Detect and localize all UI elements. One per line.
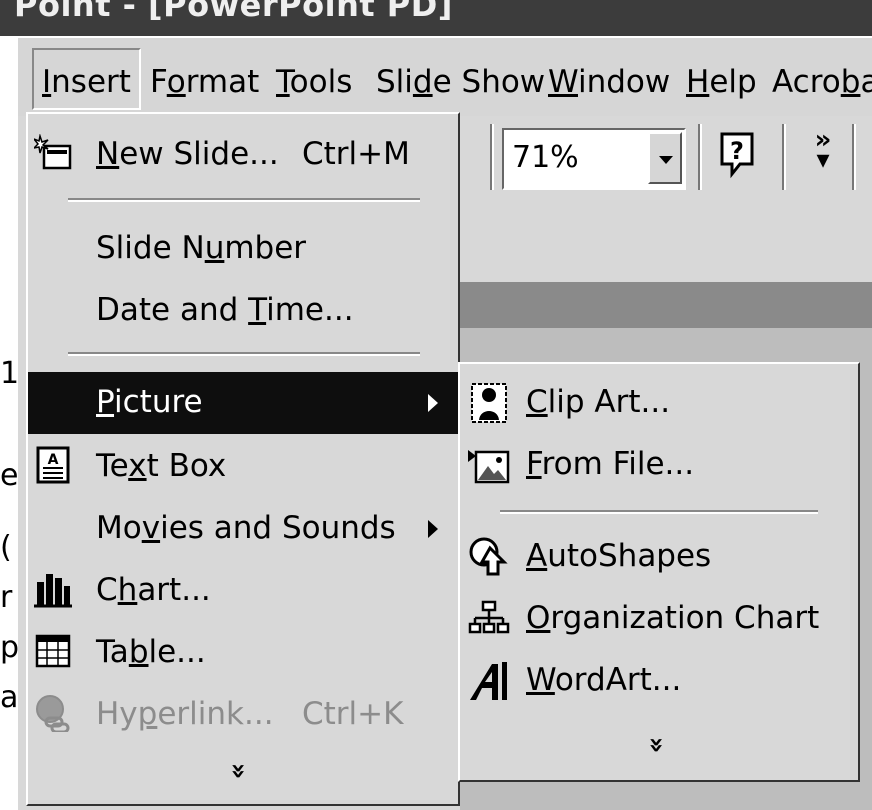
title-bar: Point - [PowerPoint PD]: [0, 0, 872, 36]
outline-text-fragment: a: [0, 680, 19, 715]
picture-submenu: Clip Art... From File... AutoShapes Orga…: [458, 362, 860, 782]
outline-text-fragment: (: [0, 530, 12, 565]
hyperlink-icon: [36, 695, 70, 732]
zoom-dropdown-button[interactable]: [648, 132, 682, 184]
clip-art-icon: [471, 383, 507, 423]
table-icon: [35, 634, 71, 668]
toolbar-separator: [852, 124, 856, 190]
new-slide-icon: [34, 134, 72, 170]
menu-item-label: Date and Time...: [96, 292, 354, 328]
menu-item-clip-art[interactable]: Clip Art...: [460, 374, 858, 436]
svg-text:A: A: [48, 452, 59, 468]
menu-item-text-box[interactable]: A Text Box: [28, 436, 458, 498]
menu-item-label: New Slide...: [96, 136, 279, 172]
submenu-arrow-icon: [428, 394, 438, 412]
insert-menu: New Slide... Ctrl+M Slide Number Date an…: [26, 112, 460, 806]
menu-item-organization-chart[interactable]: Organization Chart: [460, 590, 858, 652]
menu-item-new-slide[interactable]: New Slide... Ctrl+M: [28, 124, 458, 186]
chevron-down-icon: [659, 156, 673, 164]
menu-item-label: Slide Number: [96, 230, 307, 266]
zoom-value: 71%: [512, 140, 579, 175]
menu-item-label: Table...: [96, 634, 206, 670]
menu-item-from-file[interactable]: From File...: [460, 436, 858, 498]
toolbar-separator: [698, 124, 702, 190]
menu-separator: [68, 198, 420, 202]
wordart-icon: [470, 662, 507, 700]
menu-slide-show[interactable]: Slide Show: [376, 64, 545, 100]
from-file-icon: [468, 450, 510, 484]
window-title: Point - [PowerPoint PD]: [14, 0, 453, 24]
outline-text-fragment: p: [0, 630, 20, 665]
help-icon[interactable]: ?: [718, 128, 758, 180]
menu-format[interactable]: Format: [150, 64, 259, 100]
toolbar-separator: [782, 124, 786, 190]
menu-item-label: AutoShapes: [526, 538, 712, 574]
toolbar-separator: [490, 124, 494, 190]
slide-pane-header: [460, 282, 872, 328]
menu-item-hyperlink: Hyperlink... Ctrl+K: [28, 684, 458, 746]
menu-acrobat[interactable]: Acroba: [772, 64, 872, 100]
menu-item-label: WordArt...: [526, 662, 682, 698]
menu-item-movies-and-sounds[interactable]: Movies and Sounds: [28, 498, 458, 560]
autoshapes-icon: [469, 537, 508, 576]
submenu-arrow-icon: [428, 520, 438, 538]
menu-item-slide-number[interactable]: Slide Number: [28, 218, 458, 280]
menu-item-label: Movies and Sounds: [96, 510, 396, 546]
menu-item-label: Chart...: [96, 572, 211, 608]
menu-item-label: Text Box: [96, 448, 227, 484]
organization-chart-icon: [468, 600, 510, 634]
menu-item-picture[interactable]: Picture: [28, 372, 458, 434]
zoom-combobox[interactable]: 71%: [502, 128, 686, 190]
outline-text-fragment: r: [0, 580, 13, 615]
menu-item-date-and-time[interactable]: Date and Time...: [28, 280, 458, 342]
menu-item-autoshapes[interactable]: AutoShapes: [460, 528, 858, 590]
menu-tools[interactable]: Tools: [276, 64, 352, 100]
menu-window[interactable]: Window: [548, 64, 670, 100]
menu-item-label: Organization Chart: [526, 600, 820, 636]
menu-item-label: Picture: [96, 384, 203, 420]
chart-icon: [34, 574, 72, 608]
menu-help[interactable]: Help: [686, 64, 757, 100]
menu-separator: [500, 510, 818, 514]
expand-submenu-chevron-icon[interactable]: »: [641, 737, 671, 754]
svg-text:?: ?: [730, 137, 744, 165]
outline-text-fragment: 1: [0, 356, 20, 391]
menu-item-wordart[interactable]: WordArt...: [460, 652, 858, 714]
menu-separator: [68, 352, 420, 356]
menu-item-label: Hyperlink...: [96, 696, 274, 732]
menu-insert[interactable]: Insert: [32, 48, 141, 110]
menu-item-label: From File...: [526, 446, 695, 482]
menu-item-label: Clip Art...: [526, 384, 671, 420]
menu-item-table[interactable]: Table...: [28, 622, 458, 684]
menu-item-chart[interactable]: Chart...: [28, 560, 458, 622]
menu-item-shortcut: Ctrl+K: [302, 696, 404, 732]
toolbar-options-chevron-icon[interactable]: » ▾: [808, 127, 838, 180]
menu-item-shortcut: Ctrl+M: [302, 136, 410, 172]
menu-bar: Insert Format Tools Slide Show Window He…: [18, 36, 872, 116]
expand-menu-chevron-icon[interactable]: »: [223, 763, 253, 780]
text-box-icon: A: [36, 446, 70, 484]
outline-pane-edge: 1 e ( r p a: [0, 284, 20, 810]
outline-text-fragment: e: [0, 458, 19, 493]
